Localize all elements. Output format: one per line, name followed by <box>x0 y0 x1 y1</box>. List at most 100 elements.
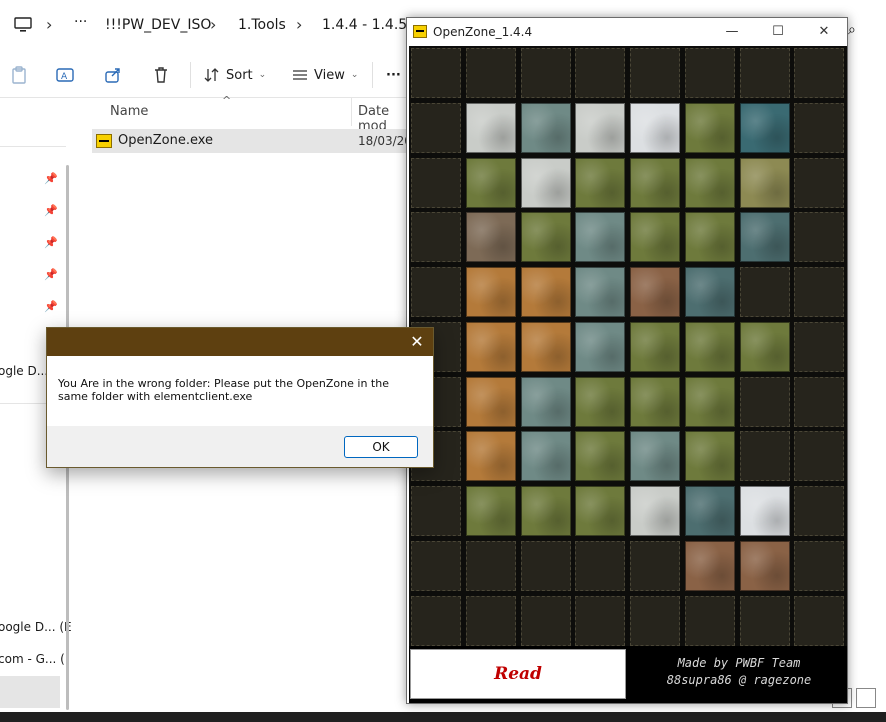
map-tile[interactable] <box>465 267 516 317</box>
map-tile[interactable] <box>520 321 571 372</box>
map-tile[interactable] <box>520 486 571 536</box>
map-cell-empty[interactable] <box>411 102 461 153</box>
map-tile[interactable] <box>465 486 516 536</box>
map-cell-empty[interactable] <box>575 540 626 591</box>
map-cell-empty[interactable] <box>465 595 516 646</box>
map-tile[interactable] <box>575 376 626 427</box>
map-tile[interactable] <box>630 376 680 427</box>
map-tile[interactable] <box>465 376 516 427</box>
map-cell-empty[interactable] <box>739 48 790 98</box>
map-tile[interactable] <box>465 212 516 263</box>
map-tile[interactable] <box>684 157 735 208</box>
map-tile[interactable] <box>465 102 516 153</box>
dialog-titlebar[interactable]: ✕ <box>47 328 433 356</box>
map-cell-empty[interactable] <box>794 540 845 591</box>
map-cell-empty[interactable] <box>794 212 845 263</box>
more-crumbs-button[interactable]: ··· <box>74 14 87 30</box>
map-cell-empty[interactable] <box>630 595 680 646</box>
map-tile[interactable] <box>684 321 735 372</box>
map-cell-empty[interactable] <box>794 321 845 372</box>
map-tile[interactable] <box>520 157 571 208</box>
map-tile[interactable] <box>684 376 735 427</box>
map-cell-empty[interactable] <box>465 540 516 591</box>
map-tile[interactable] <box>520 212 571 263</box>
map-tile[interactable] <box>465 157 516 208</box>
table-row[interactable]: OpenZone.exe 18/03/202 <box>92 129 420 153</box>
map-tile[interactable] <box>575 321 626 372</box>
map-tile[interactable] <box>575 102 626 153</box>
sidebar-item-selected[interactable] <box>0 676 60 708</box>
map-cell-empty[interactable] <box>520 595 571 646</box>
map-cell-empty[interactable] <box>739 376 790 427</box>
map-cell-empty[interactable] <box>520 540 571 591</box>
map-cell-empty[interactable] <box>630 540 680 591</box>
map-tile[interactable] <box>739 486 790 536</box>
map-tile[interactable] <box>520 376 571 427</box>
map-tile[interactable] <box>575 267 626 317</box>
sidebar-item-google-drive-e[interactable]: oogle D... (E <box>0 620 72 634</box>
map-cell-empty[interactable] <box>411 212 461 263</box>
map-tile[interactable] <box>684 431 735 482</box>
map-tile[interactable] <box>575 431 626 482</box>
map-cell-empty[interactable] <box>630 48 680 98</box>
map-tile[interactable] <box>684 267 735 317</box>
map-tile[interactable] <box>630 212 680 263</box>
delete-icon[interactable] <box>152 64 170 86</box>
map-cell-empty[interactable] <box>794 48 845 98</box>
close-icon[interactable]: ✕ <box>401 328 433 356</box>
map-tile[interactable] <box>630 157 680 208</box>
map-cell-empty[interactable] <box>411 540 461 591</box>
map-tile[interactable] <box>575 486 626 536</box>
map-cell-empty[interactable] <box>575 48 626 98</box>
map-tile[interactable] <box>684 486 735 536</box>
map-cell-empty[interactable] <box>739 431 790 482</box>
map-cell-empty[interactable] <box>575 595 626 646</box>
map-tile[interactable] <box>739 212 790 263</box>
map-tile[interactable] <box>575 212 626 263</box>
map-cell-empty[interactable] <box>794 267 845 317</box>
read-button[interactable]: Read <box>410 649 626 699</box>
map-tile[interactable] <box>465 431 516 482</box>
minimize-button[interactable]: — <box>709 21 755 43</box>
map-tile[interactable] <box>739 157 790 208</box>
map-tile[interactable] <box>520 431 571 482</box>
search-icon[interactable]: ⌕ <box>848 22 856 38</box>
breadcrumb-version[interactable]: 1.4.4 - 1.4.5 <box>322 17 407 33</box>
map-tile[interactable] <box>630 267 680 317</box>
map-cell-empty[interactable] <box>411 595 461 646</box>
map-tile[interactable] <box>575 157 626 208</box>
map-cell-empty[interactable] <box>794 431 845 482</box>
ok-button[interactable]: OK <box>344 436 418 458</box>
map-tile[interactable] <box>520 267 571 317</box>
maximize-button[interactable]: ☐ <box>755 21 801 43</box>
map-cell-empty[interactable] <box>794 595 845 646</box>
sidebar-item-google-drive[interactable]: ogle D... <box>0 364 48 378</box>
map-cell-empty[interactable] <box>794 157 845 208</box>
map-tile[interactable] <box>630 102 680 153</box>
map-tile[interactable] <box>739 540 790 591</box>
map-cell-empty[interactable] <box>739 267 790 317</box>
map-cell-empty[interactable] <box>520 48 571 98</box>
sidebar-item-drive-i[interactable]: com - G... (I <box>0 652 68 666</box>
map-cell-empty[interactable] <box>411 267 461 317</box>
map-cell-empty[interactable] <box>465 48 516 98</box>
map-cell-empty[interactable] <box>739 595 790 646</box>
map-cell-empty[interactable] <box>411 48 461 98</box>
map-cell-empty[interactable] <box>684 48 735 98</box>
map-tile[interactable] <box>684 102 735 153</box>
breadcrumb-pw-dev-iso[interactable]: !!!PW_DEV_ISO <box>105 17 211 33</box>
map-tile[interactable] <box>739 102 790 153</box>
rename-icon[interactable]: A <box>56 64 74 86</box>
sort-button[interactable]: Sort ⌄ <box>204 64 266 86</box>
map-cell-empty[interactable] <box>684 595 735 646</box>
share-icon[interactable] <box>104 64 122 86</box>
paste-icon[interactable] <box>10 64 28 86</box>
map-tile[interactable] <box>630 431 680 482</box>
map-tile[interactable] <box>520 102 571 153</box>
map-tile[interactable] <box>630 321 680 372</box>
map-cell-empty[interactable] <box>411 157 461 208</box>
map-cell-empty[interactable] <box>794 376 845 427</box>
map-tile[interactable] <box>684 212 735 263</box>
map-cell-empty[interactable] <box>794 486 845 536</box>
openzone-titlebar[interactable]: OpenZone_1.4.4 — ☐ ✕ <box>407 18 847 46</box>
